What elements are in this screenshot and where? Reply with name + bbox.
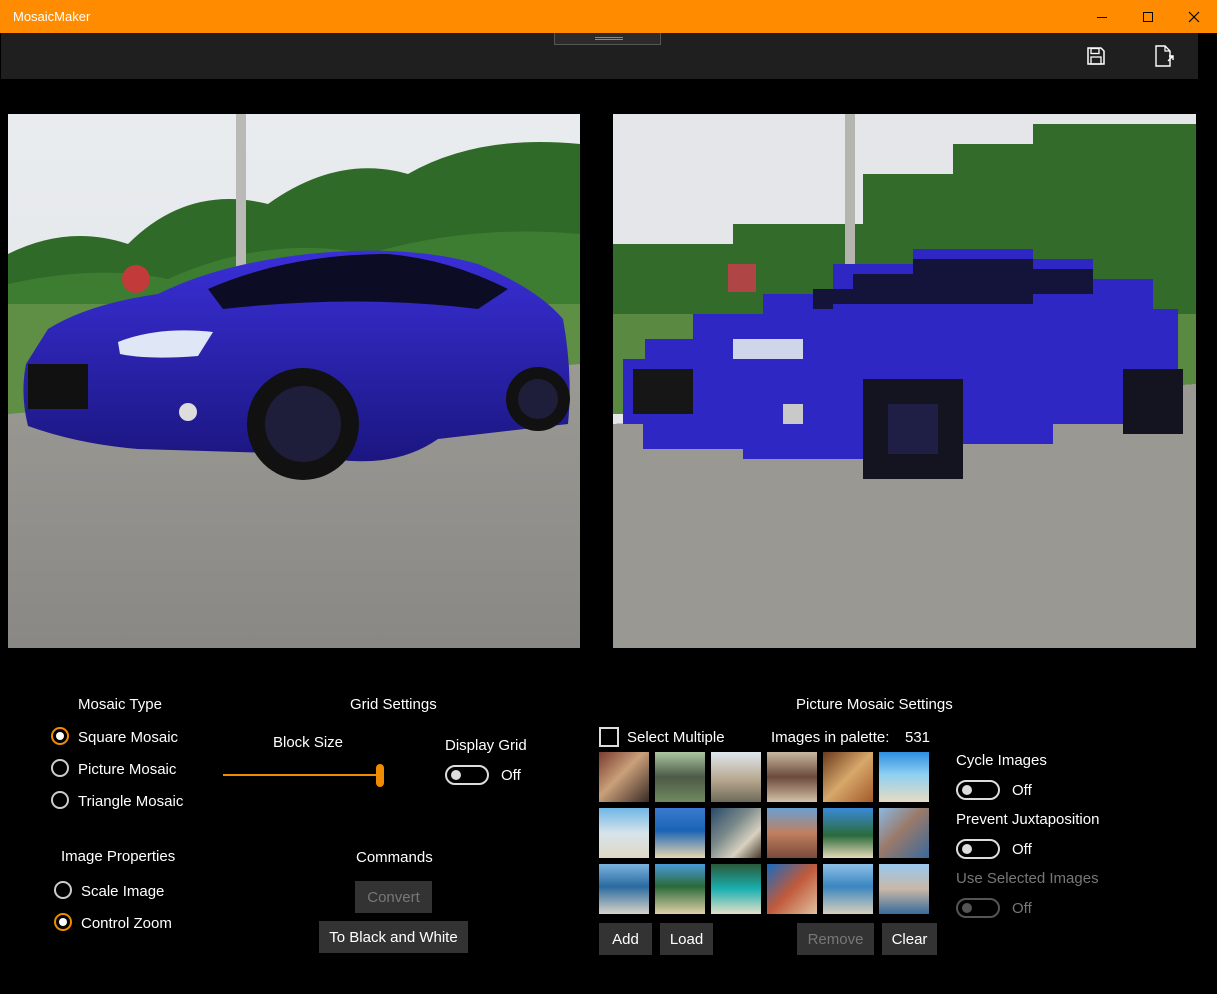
palette-thumbnail[interactable] (655, 752, 705, 802)
palette-thumbnail[interactable] (599, 808, 649, 858)
radio-square-mosaic[interactable] (51, 727, 69, 745)
palette-thumbnail[interactable] (823, 752, 873, 802)
grid-settings-heading: Grid Settings (350, 696, 437, 713)
use-selected-images-state: Off (1012, 900, 1032, 917)
radio-label[interactable]: Triangle Mosaic (78, 793, 183, 810)
picture-mosaic-heading: Picture Mosaic Settings (796, 696, 953, 713)
use-selected-images-label: Use Selected Images (956, 870, 1099, 887)
palette-thumbnail[interactable] (823, 864, 873, 914)
palette-thumbnail[interactable] (711, 752, 761, 802)
palette-thumbnail[interactable] (767, 864, 817, 914)
mosaic-image[interactable] (613, 114, 1196, 648)
block-size-slider-track[interactable] (223, 774, 381, 776)
clear-button[interactable]: Clear (882, 923, 937, 955)
display-grid-label: Display Grid (445, 737, 527, 754)
radio-label[interactable]: Square Mosaic (78, 729, 178, 746)
palette-thumbnail[interactable] (823, 808, 873, 858)
radio-label[interactable]: Scale Image (81, 883, 164, 900)
block-size-slider-thumb[interactable] (376, 764, 384, 787)
prevent-juxtaposition-toggle[interactable] (956, 839, 1000, 859)
cycle-images-state: Off (1012, 782, 1032, 799)
save-icon (1087, 47, 1105, 65)
palette-thumbnail[interactable] (599, 864, 649, 914)
palette-thumbnail[interactable] (655, 808, 705, 858)
original-image[interactable] (8, 114, 580, 648)
to-black-and-white-button[interactable]: To Black and White (319, 921, 468, 953)
prevent-juxtaposition-label: Prevent Juxtaposition (956, 811, 1100, 828)
palette-thumbnail[interactable] (599, 752, 649, 802)
export-button[interactable] (1146, 40, 1182, 72)
commands-heading: Commands (356, 849, 433, 866)
close-icon (1188, 11, 1200, 22)
palette-thumbnail[interactable] (767, 752, 817, 802)
app-title: MosaicMaker (13, 9, 91, 24)
drag-handle[interactable] (554, 33, 661, 45)
palette-thumbnail[interactable] (879, 864, 929, 914)
palette-count: 531 (905, 729, 931, 746)
image-properties-heading: Image Properties (61, 848, 176, 865)
palette-thumbnail[interactable] (767, 808, 817, 858)
remove-button[interactable]: Remove (797, 923, 874, 955)
close-button[interactable] (1171, 0, 1217, 33)
radio-picture-mosaic[interactable] (51, 759, 69, 777)
palette-thumbnail[interactable] (655, 864, 705, 914)
use-selected-images-toggle[interactable] (956, 898, 1000, 918)
maximize-icon (1143, 11, 1153, 22)
radio-label[interactable]: Picture Mosaic (78, 761, 176, 778)
prevent-juxtaposition-state: Off (1012, 841, 1032, 858)
palette-thumbnail[interactable] (711, 864, 761, 914)
palette-thumbnail[interactable] (879, 808, 929, 858)
title-bar (0, 0, 1217, 33)
radio-label[interactable]: Control Zoom (81, 915, 172, 932)
select-multiple-label[interactable]: Select Multiple (627, 729, 725, 746)
cycle-images-label: Cycle Images (956, 752, 1047, 769)
radio-control-zoom[interactable] (54, 913, 72, 931)
block-size-label: Block Size (273, 734, 344, 751)
add-button[interactable]: Add (599, 923, 652, 955)
mosaic-type-heading: Mosaic Type (78, 696, 162, 713)
maximize-button[interactable] (1125, 0, 1171, 33)
load-button[interactable]: Load (660, 923, 713, 955)
palette-thumbnail[interactable] (711, 808, 761, 858)
display-grid-toggle[interactable] (445, 765, 489, 785)
display-grid-state: Off (501, 767, 521, 784)
save-button[interactable] (1078, 40, 1114, 72)
radio-triangle-mosaic[interactable] (51, 791, 69, 809)
palette-thumbnail[interactable] (879, 752, 929, 802)
radio-scale-image[interactable] (54, 881, 72, 899)
convert-button[interactable]: Convert (355, 881, 432, 913)
cycle-images-toggle[interactable] (956, 780, 1000, 800)
minimize-button[interactable] (1079, 0, 1125, 33)
palette-label: Images in palette: (771, 729, 890, 746)
minimize-icon (1097, 16, 1107, 18)
export-file-icon (1155, 45, 1174, 67)
select-multiple-checkbox[interactable] (599, 727, 619, 747)
